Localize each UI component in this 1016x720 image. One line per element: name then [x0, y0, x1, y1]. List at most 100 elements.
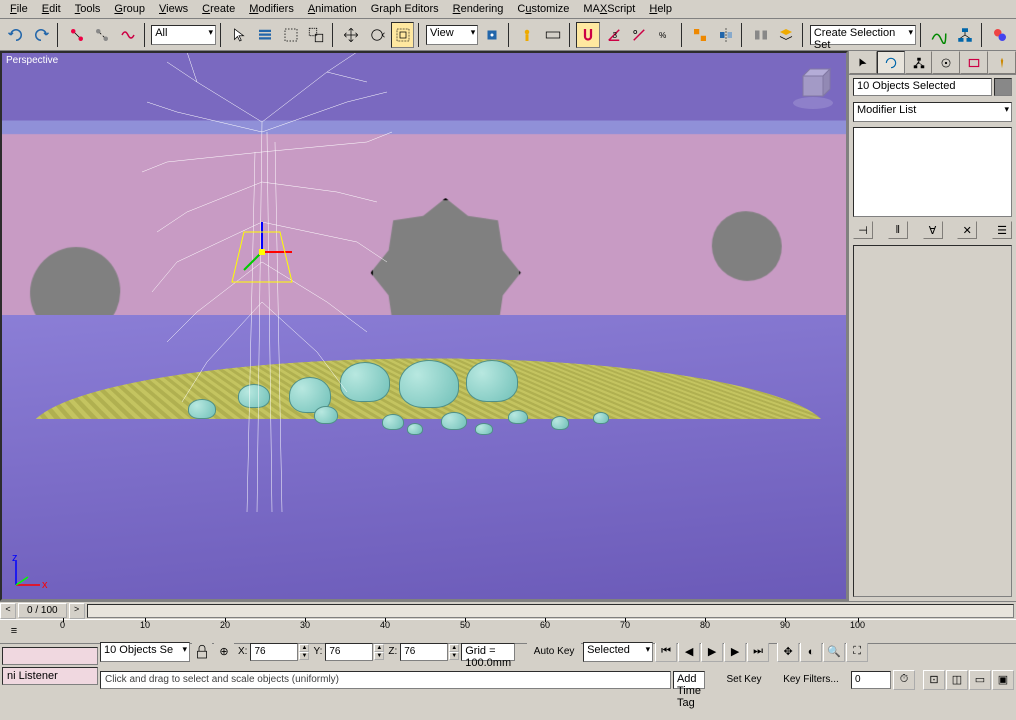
remove-modifier-button[interactable]: ✕ [957, 221, 977, 239]
track-bar[interactable]: ≡ 0 10 20 30 40 50 60 70 80 90 100 [0, 619, 1016, 643]
status-selection-dropdown[interactable]: 10 Objects Se [100, 642, 190, 662]
trackbar-toggle-button[interactable]: ≡ [4, 622, 24, 640]
link-button[interactable] [65, 22, 89, 48]
spinner-snap-button[interactable]: % [653, 22, 677, 48]
pivot-center-button[interactable] [480, 22, 504, 48]
selection-filter-dropdown[interactable]: All [151, 25, 216, 45]
menu-file[interactable]: File [4, 1, 34, 17]
menu-maxscript[interactable]: MAXScript [577, 1, 641, 17]
menu-animation[interactable]: Animation [302, 1, 363, 17]
tab-modify[interactable] [877, 51, 905, 74]
menu-grapheditors[interactable]: Graph Editors [365, 1, 445, 17]
nav-zoom-button[interactable]: 🔍 [823, 642, 845, 662]
next-frame-button[interactable]: ▶ [724, 642, 746, 662]
lock-selection-button[interactable] [192, 643, 212, 661]
menu-create[interactable]: Create [196, 1, 241, 17]
object-color-swatch[interactable] [994, 78, 1012, 96]
pin-stack-button[interactable]: ⊣ [853, 221, 873, 239]
menu-edit[interactable]: Edit [36, 1, 67, 17]
setkey-button[interactable]: Set Key [717, 667, 771, 693]
unlink-button[interactable] [90, 22, 114, 48]
material-editor-button[interactable] [988, 22, 1012, 48]
listener-field[interactable]: ni Listener [2, 667, 98, 685]
current-frame-input[interactable] [851, 671, 891, 689]
nav-arc-button[interactable]: ◐ [800, 642, 822, 662]
x-spin-down[interactable]: ▼ [299, 652, 309, 660]
transform-type-button[interactable]: ⊕ [214, 643, 234, 661]
keymode-dropdown[interactable]: Selected [583, 642, 653, 662]
y-coord-group: Y: ▲▼ [311, 643, 384, 661]
snap-toggle-button[interactable] [576, 22, 600, 48]
curve-editor-button[interactable] [928, 22, 952, 48]
modifier-list-dropdown[interactable]: Modifier List [853, 102, 1012, 122]
tab-motion[interactable] [932, 51, 960, 74]
play-button[interactable]: ▶ [701, 642, 723, 662]
tab-display[interactable] [960, 51, 988, 74]
tab-utilities[interactable] [988, 51, 1016, 74]
layers-button[interactable] [775, 22, 799, 48]
ref-coord-dropdown[interactable]: View [426, 25, 478, 45]
menu-rendering[interactable]: Rendering [447, 1, 510, 17]
rotate-button[interactable] [365, 22, 389, 48]
nav-max-button[interactable]: ⛶ [846, 642, 868, 662]
undo-button[interactable] [4, 22, 28, 48]
schematic-view-button[interactable] [953, 22, 977, 48]
z-coord-input[interactable] [400, 643, 448, 661]
time-slider-next[interactable]: > [69, 603, 85, 619]
select-object-button[interactable] [228, 22, 252, 48]
y-coord-input[interactable] [325, 643, 373, 661]
named-selection-sets-dropdown[interactable]: Create Selection Set [810, 25, 916, 45]
goto-start-button[interactable]: ⏮ [655, 642, 677, 662]
time-slider[interactable]: < 0 / 100 > [0, 601, 1016, 619]
menu-customize[interactable]: Customize [511, 1, 575, 17]
prev-frame-button[interactable]: ◀ [678, 642, 700, 662]
goto-end-button[interactable]: ⏭ [747, 642, 769, 662]
menu-views[interactable]: Views [153, 1, 194, 17]
bind-spacewarp-button[interactable] [116, 22, 140, 48]
percent-snap-button[interactable] [627, 22, 651, 48]
redo-button[interactable] [30, 22, 54, 48]
y-spin-down[interactable]: ▼ [374, 652, 384, 660]
manipulate-button[interactable] [515, 22, 539, 48]
time-slider-track[interactable] [87, 604, 1014, 618]
mirror-button[interactable] [714, 22, 738, 48]
y-spin-up[interactable]: ▲ [374, 644, 384, 652]
key-filters-button[interactable]: Key Filters... [773, 667, 849, 693]
z-spin-up[interactable]: ▲ [449, 644, 459, 652]
selection-name-field[interactable]: 10 Objects Selected [853, 78, 992, 96]
nav-zoom-ext-button[interactable]: ⊡ [923, 670, 945, 690]
align-button[interactable] [749, 22, 773, 48]
viewport-perspective[interactable]: Perspective [0, 51, 848, 601]
main-toolbar: All View 3 % Create Selection Set [0, 19, 1016, 51]
window-crossing-button[interactable] [304, 22, 328, 48]
nav-pan-button[interactable]: ✥ [777, 642, 799, 662]
time-config-button[interactable]: ⏱ [893, 670, 915, 690]
select-by-name-button[interactable] [253, 22, 277, 48]
time-slider-thumb[interactable]: 0 / 100 [18, 603, 67, 618]
nav-minmax-button[interactable]: ▣ [992, 670, 1014, 690]
select-region-button[interactable] [279, 22, 303, 48]
nav-fov-button[interactable]: ◫ [946, 670, 968, 690]
time-tag-field[interactable]: Add Time Tag [673, 671, 705, 689]
menu-modifiers[interactable]: Modifiers [243, 1, 300, 17]
modifier-stack[interactable] [853, 127, 1012, 217]
tab-hierarchy[interactable] [905, 51, 933, 74]
configure-sets-button[interactable]: ☰ [992, 221, 1012, 239]
viewcube-icon[interactable] [788, 61, 838, 111]
time-slider-prev[interactable]: < [0, 603, 16, 619]
menu-help[interactable]: Help [643, 1, 678, 17]
tab-create[interactable] [849, 51, 877, 74]
scale-button[interactable] [391, 22, 415, 48]
angle-snap-button[interactable]: 3 [602, 22, 626, 48]
menu-tools[interactable]: Tools [69, 1, 107, 17]
nav-region-button[interactable]: ▭ [969, 670, 991, 690]
show-end-result-button[interactable]: ‖ [888, 221, 908, 239]
keyboard-shortcut-button[interactable] [541, 22, 565, 48]
named-sel-set-button[interactable] [688, 22, 712, 48]
menu-group[interactable]: Group [108, 1, 151, 17]
z-spin-down[interactable]: ▼ [449, 652, 459, 660]
x-spin-up[interactable]: ▲ [299, 644, 309, 652]
x-coord-input[interactable] [250, 643, 298, 661]
make-unique-button[interactable]: ∀ [923, 221, 943, 239]
move-button[interactable] [340, 22, 364, 48]
